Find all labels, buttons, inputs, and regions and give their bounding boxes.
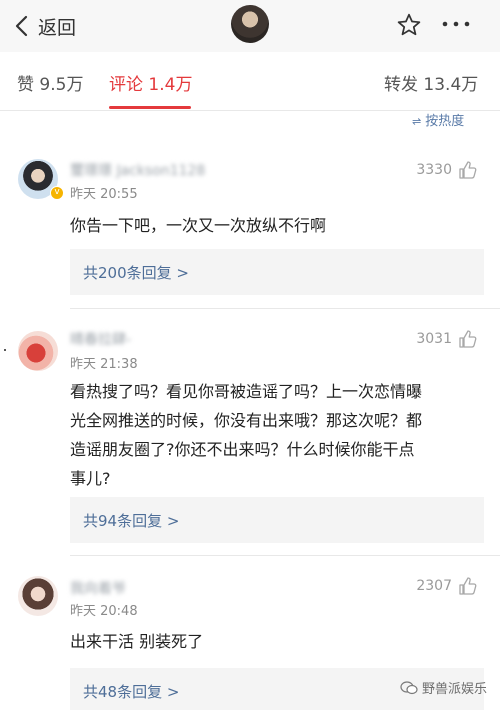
watermark: 野兽派娱乐 — [400, 678, 487, 697]
profile-avatar[interactable] — [231, 5, 269, 43]
thumbs-up-icon[interactable] — [458, 160, 478, 180]
comment-divider — [70, 555, 500, 556]
sort-icon: ⇌ — [412, 115, 422, 128]
watermark-text: 野兽派娱乐 — [422, 682, 488, 697]
like-count: 2307 — [416, 578, 452, 594]
avatar[interactable] — [18, 576, 58, 616]
thumbs-up-icon[interactable] — [458, 576, 478, 596]
star-icon[interactable] — [396, 12, 422, 38]
like-count: 3031 — [416, 331, 452, 347]
view-replies-button[interactable]: 共94条回复 > — [70, 497, 484, 543]
comment-text-line: 光全网推送的时候，你没有出来哦？那这次呢？都 — [70, 411, 423, 430]
tab-reposts[interactable]: 转发 13.4万 — [384, 70, 478, 95]
avatar[interactable] — [18, 331, 58, 371]
chevron-left-icon — [15, 15, 28, 37]
like-count: 3330 — [416, 162, 452, 178]
more-icon[interactable] — [440, 16, 472, 32]
wechat-icon — [400, 680, 418, 694]
comment-text: 看热搜了吗？看见你哥被造谣了吗？上一次恋情曝 光全网推送的时候，你没有出来哦？那… — [70, 377, 490, 493]
comment-username[interactable]: 璽璟璟 Jackson1128 — [70, 160, 205, 180]
tab-comments[interactable]: 评论 1.4万 — [109, 70, 192, 95]
comment-divider — [70, 308, 500, 309]
tab-bar: 赞 9.5万 评论 1.4万 转发 13.4万 — [0, 53, 500, 110]
stray-dot — [4, 349, 6, 351]
comment-text-line: 事儿? — [70, 469, 111, 488]
view-replies-button[interactable]: 共200条回复 > — [70, 249, 484, 295]
comment-time: 昨天 20:55 — [70, 187, 138, 202]
comment-text: 出来干活 别装死了 — [70, 632, 204, 651]
comment-username[interactable]: 我向着爷 — [70, 578, 126, 598]
replies-label: 共94条回复 > — [83, 512, 180, 530]
replies-label: 共48条回复 > — [83, 683, 180, 701]
thumbs-up-icon[interactable] — [458, 329, 478, 349]
back-label: 返回 — [38, 16, 77, 39]
sort-label: 按热度 — [425, 114, 465, 129]
comment-time: 昨天 21:38 — [70, 357, 138, 372]
comment-time: 昨天 20:48 — [70, 604, 138, 619]
verified-badge-icon: v — [50, 186, 64, 200]
comment-username[interactable]: 晴春拉肆- — [70, 329, 131, 349]
replies-label: 共200条回复 > — [83, 264, 189, 282]
sort-toggle[interactable]: ⇌ 按热度 — [412, 110, 464, 129]
comment-text: 你告一下吧，一次又一次放纵不行啊 — [70, 216, 327, 235]
comment-text-line: 看热搜了吗？看见你哥被造谣了吗？上一次恋情曝 — [70, 382, 423, 401]
comment-text-line: 造谣朋友圈了?你还不出来吗？什么时候你能干点 — [70, 440, 415, 459]
tab-likes[interactable]: 赞 9.5万 — [17, 70, 83, 95]
active-tab-indicator — [109, 106, 191, 109]
back-button[interactable]: 返回 — [14, 8, 76, 44]
top-nav-bar: 返回 — [0, 0, 500, 52]
